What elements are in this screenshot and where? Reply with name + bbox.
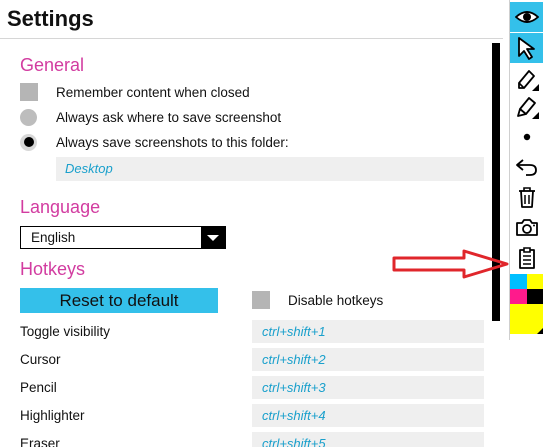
hotkey-field-eraser[interactable]: ctrl+shift+5 — [252, 432, 484, 447]
page-title: Settings — [7, 6, 94, 31]
hotkey-label-toggle-visibility: Toggle visibility — [20, 324, 111, 339]
language-select-value: English — [31, 230, 76, 245]
highlighter-icon — [517, 97, 539, 119]
save-to-folder-option[interactable]: Always save screenshots to this folder: — [20, 132, 289, 152]
ask-save-location-radio[interactable] — [20, 108, 37, 126]
clipboard-button[interactable] — [510, 243, 543, 273]
ask-save-location-option[interactable]: Always ask where to save screenshot — [20, 107, 281, 127]
cursor-icon — [518, 37, 535, 60]
color-swatch-black[interactable] — [527, 289, 543, 304]
color-swatch-magenta[interactable] — [510, 289, 527, 304]
hotkey-field-highlighter[interactable]: ctrl+shift+4 — [252, 404, 484, 427]
swatch-corner-marker — [537, 327, 543, 334]
chevron-down-icon[interactable] — [201, 227, 225, 248]
folder-path-field[interactable]: Desktop — [56, 157, 484, 181]
color-swatch-cyan[interactable] — [510, 274, 527, 289]
hotkey-field-cursor[interactable]: ctrl+shift+2 — [252, 348, 484, 371]
pencil-tool-button[interactable] — [510, 64, 543, 94]
clear-button[interactable] — [510, 182, 543, 212]
annotation-arrow-icon — [392, 249, 509, 279]
disable-hotkeys-label: Disable hotkeys — [288, 292, 384, 308]
pencil-icon — [518, 70, 539, 91]
dot-icon — [523, 133, 531, 141]
eye-tool-button[interactable] — [510, 2, 543, 32]
trash-icon — [519, 187, 535, 208]
screenshot-button[interactable] — [510, 212, 543, 242]
color-swatches — [510, 274, 543, 334]
save-to-folder-radio[interactable] — [20, 133, 37, 151]
clipboard-icon — [519, 247, 535, 269]
scrollbar[interactable] — [492, 43, 500, 321]
eye-icon — [515, 11, 539, 23]
remember-content-label: Remember content when closed — [56, 84, 250, 100]
hotkey-field-toggle-visibility[interactable]: ctrl+shift+1 — [252, 320, 484, 343]
remember-content-checkbox[interactable] — [20, 83, 38, 101]
ask-save-location-label: Always ask where to save screenshot — [56, 109, 282, 125]
save-to-folder-label: Always save screenshots to this folder: — [56, 134, 289, 150]
dot-tool-button[interactable] — [510, 122, 543, 152]
undo-icon — [516, 159, 537, 176]
settings-panel: Settings General Remember content when c… — [0, 0, 503, 447]
disable-hotkeys-checkbox[interactable] — [252, 291, 270, 309]
title-divider — [0, 38, 503, 39]
hotkeys-heading: Hotkeys — [20, 259, 86, 279]
tool-palette — [509, 0, 543, 340]
undo-button[interactable] — [510, 152, 543, 182]
disable-hotkeys-option[interactable]: Disable hotkeys — [252, 290, 383, 310]
color-swatch-yellow[interactable] — [527, 274, 543, 289]
hotkey-label-highlighter: Highlighter — [20, 408, 85, 423]
hotkey-label-cursor: Cursor — [20, 352, 61, 367]
remember-content-option[interactable]: Remember content when closed — [20, 82, 250, 102]
hotkey-label-eraser: Eraser — [20, 436, 60, 447]
reset-to-default-button[interactable]: Reset to default — [20, 288, 218, 313]
general-heading: General — [20, 55, 85, 75]
language-heading: Language — [20, 197, 101, 217]
cursor-tool-button[interactable] — [510, 33, 543, 63]
color-swatch-selected[interactable] — [510, 304, 543, 334]
highlighter-tool-button[interactable] — [510, 92, 543, 122]
language-select[interactable]: English — [20, 226, 226, 249]
camera-icon — [516, 219, 538, 236]
hotkey-field-pencil[interactable]: ctrl+shift+3 — [252, 376, 484, 399]
hotkey-label-pencil: Pencil — [20, 380, 57, 395]
